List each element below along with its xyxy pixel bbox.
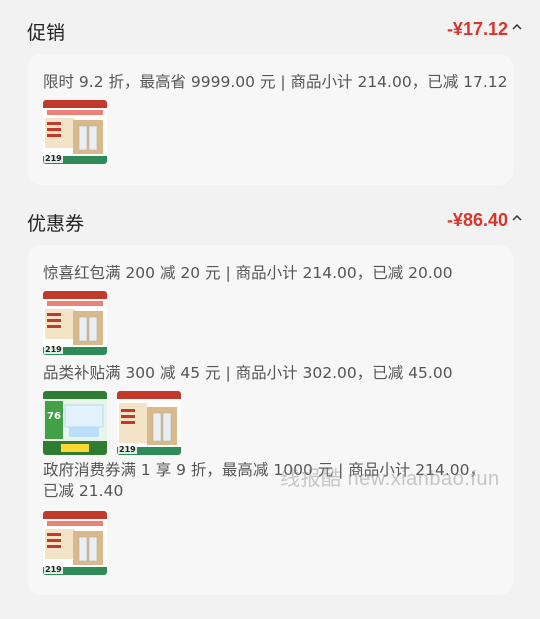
coupon-card: 惊喜红包满 200 减 20 元 | 商品小计 214.00，已减 20.00 … (27, 245, 513, 595)
product-thumbnail[interactable]: 219 (43, 100, 107, 164)
promo-line: 限时 9.2 折，最高省 9999.00 元 | 商品小计 214.00，已减 … (43, 73, 508, 91)
coupon-line: 惊喜红包满 200 减 20 元 | 商品小计 214.00，已减 20.00 (43, 264, 453, 282)
coupon-title: 优惠券 (27, 213, 85, 235)
product-thumbnail[interactable]: 76 (43, 391, 107, 455)
promo-header[interactable]: 促销 -¥17.12 (0, 12, 540, 52)
coupon-amount: -¥86.40 (446, 210, 508, 230)
product-thumbnail[interactable]: 219 (117, 391, 181, 455)
coupon-header[interactable]: 优惠券 -¥86.40 (0, 203, 540, 243)
thumb-price: 219 (44, 154, 63, 163)
watermark: 线报酷 new.xianbao.fun (280, 468, 500, 490)
chevron-up-icon[interactable] (512, 22, 522, 32)
green-badge: 76 (47, 411, 61, 422)
promo-title: 促销 (27, 22, 66, 44)
promo-amount: -¥17.12 (446, 19, 508, 39)
coupon-line: 品类补贴满 300 减 45 元 | 商品小计 302.00，已减 45.00 (43, 364, 453, 382)
thumb-price: 219 (118, 445, 137, 454)
thumb-price: 219 (44, 345, 63, 354)
promo-card: 限时 9.2 折，最高省 9999.00 元 | 商品小计 214.00，已减 … (27, 54, 513, 185)
thumb-price: 219 (44, 565, 63, 574)
product-thumbnail[interactable]: 219 (43, 291, 107, 355)
product-thumbnail[interactable]: 219 (43, 511, 107, 575)
chevron-up-icon[interactable] (512, 213, 522, 223)
